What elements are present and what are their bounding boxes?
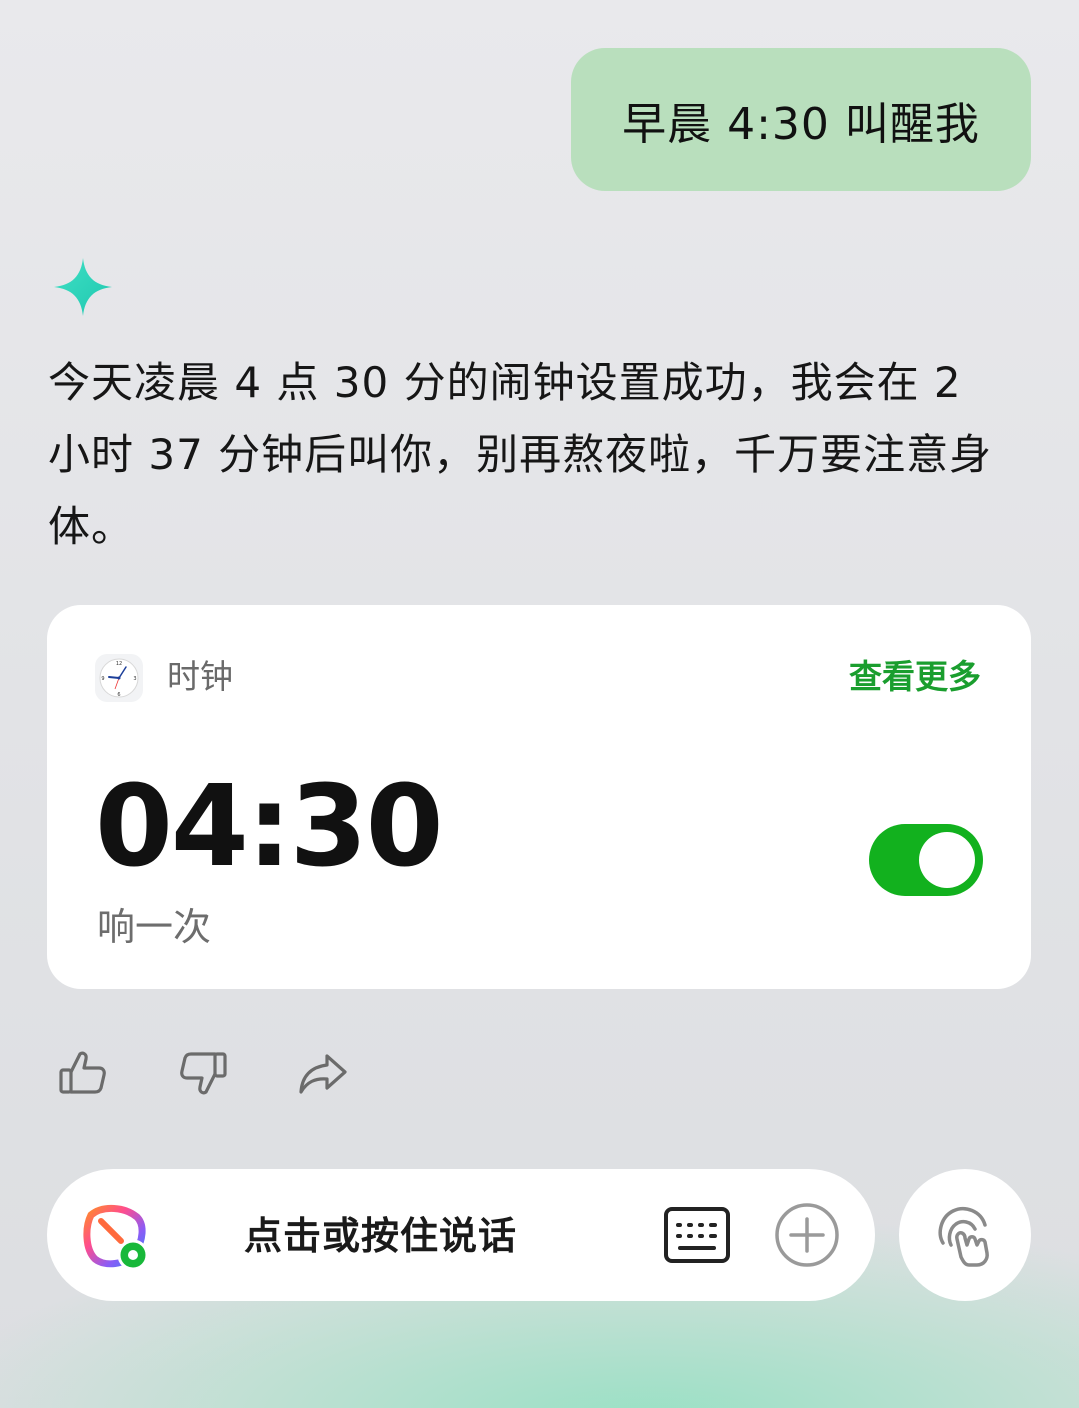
svg-text:9: 9 bbox=[101, 676, 104, 682]
plus-icon[interactable] bbox=[774, 1202, 840, 1268]
see-more-link[interactable]: 查看更多 bbox=[849, 655, 981, 699]
assistant-logo-icon[interactable] bbox=[81, 1201, 153, 1273]
thumbs-up-icon[interactable] bbox=[55, 1046, 111, 1102]
alarm-toggle[interactable] bbox=[869, 824, 983, 896]
share-icon[interactable] bbox=[295, 1046, 351, 1102]
clock-app-name: 时钟 bbox=[167, 657, 233, 696]
voice-input-bar[interactable]: 点击或按住说话 bbox=[47, 1169, 875, 1301]
touch-gesture-icon bbox=[938, 1206, 989, 1267]
assistant-reply: 今天凌晨 4 点 30 分的闹钟设置成功，我会在 2 小时 37 分钟后叫你，别… bbox=[48, 358, 993, 551]
alarm-time: 04:30 bbox=[95, 762, 444, 892]
touch-gesture-button[interactable] bbox=[899, 1169, 1031, 1301]
user-message-text: 早晨 4:30 叫醒我 bbox=[622, 98, 980, 150]
toggle-knob bbox=[919, 832, 975, 888]
user-message-bubble: 早晨 4:30 叫醒我 bbox=[571, 48, 1031, 191]
clock-app-icon: 12 3 6 9 bbox=[95, 654, 143, 702]
svg-text:3: 3 bbox=[133, 676, 136, 682]
svg-text:12: 12 bbox=[116, 661, 122, 667]
keyboard-icon[interactable] bbox=[663, 1205, 731, 1265]
voice-input-label[interactable]: 点击或按住说话 bbox=[244, 1211, 517, 1261]
alarm-card[interactable]: 12 3 6 9 时钟 查看更多 04:30 响一次 bbox=[47, 605, 1031, 989]
svg-text:6: 6 bbox=[117, 692, 120, 698]
sparkle-icon bbox=[54, 258, 112, 316]
alarm-repeat-label: 响一次 bbox=[97, 905, 212, 949]
thumbs-down-icon[interactable] bbox=[175, 1046, 231, 1102]
